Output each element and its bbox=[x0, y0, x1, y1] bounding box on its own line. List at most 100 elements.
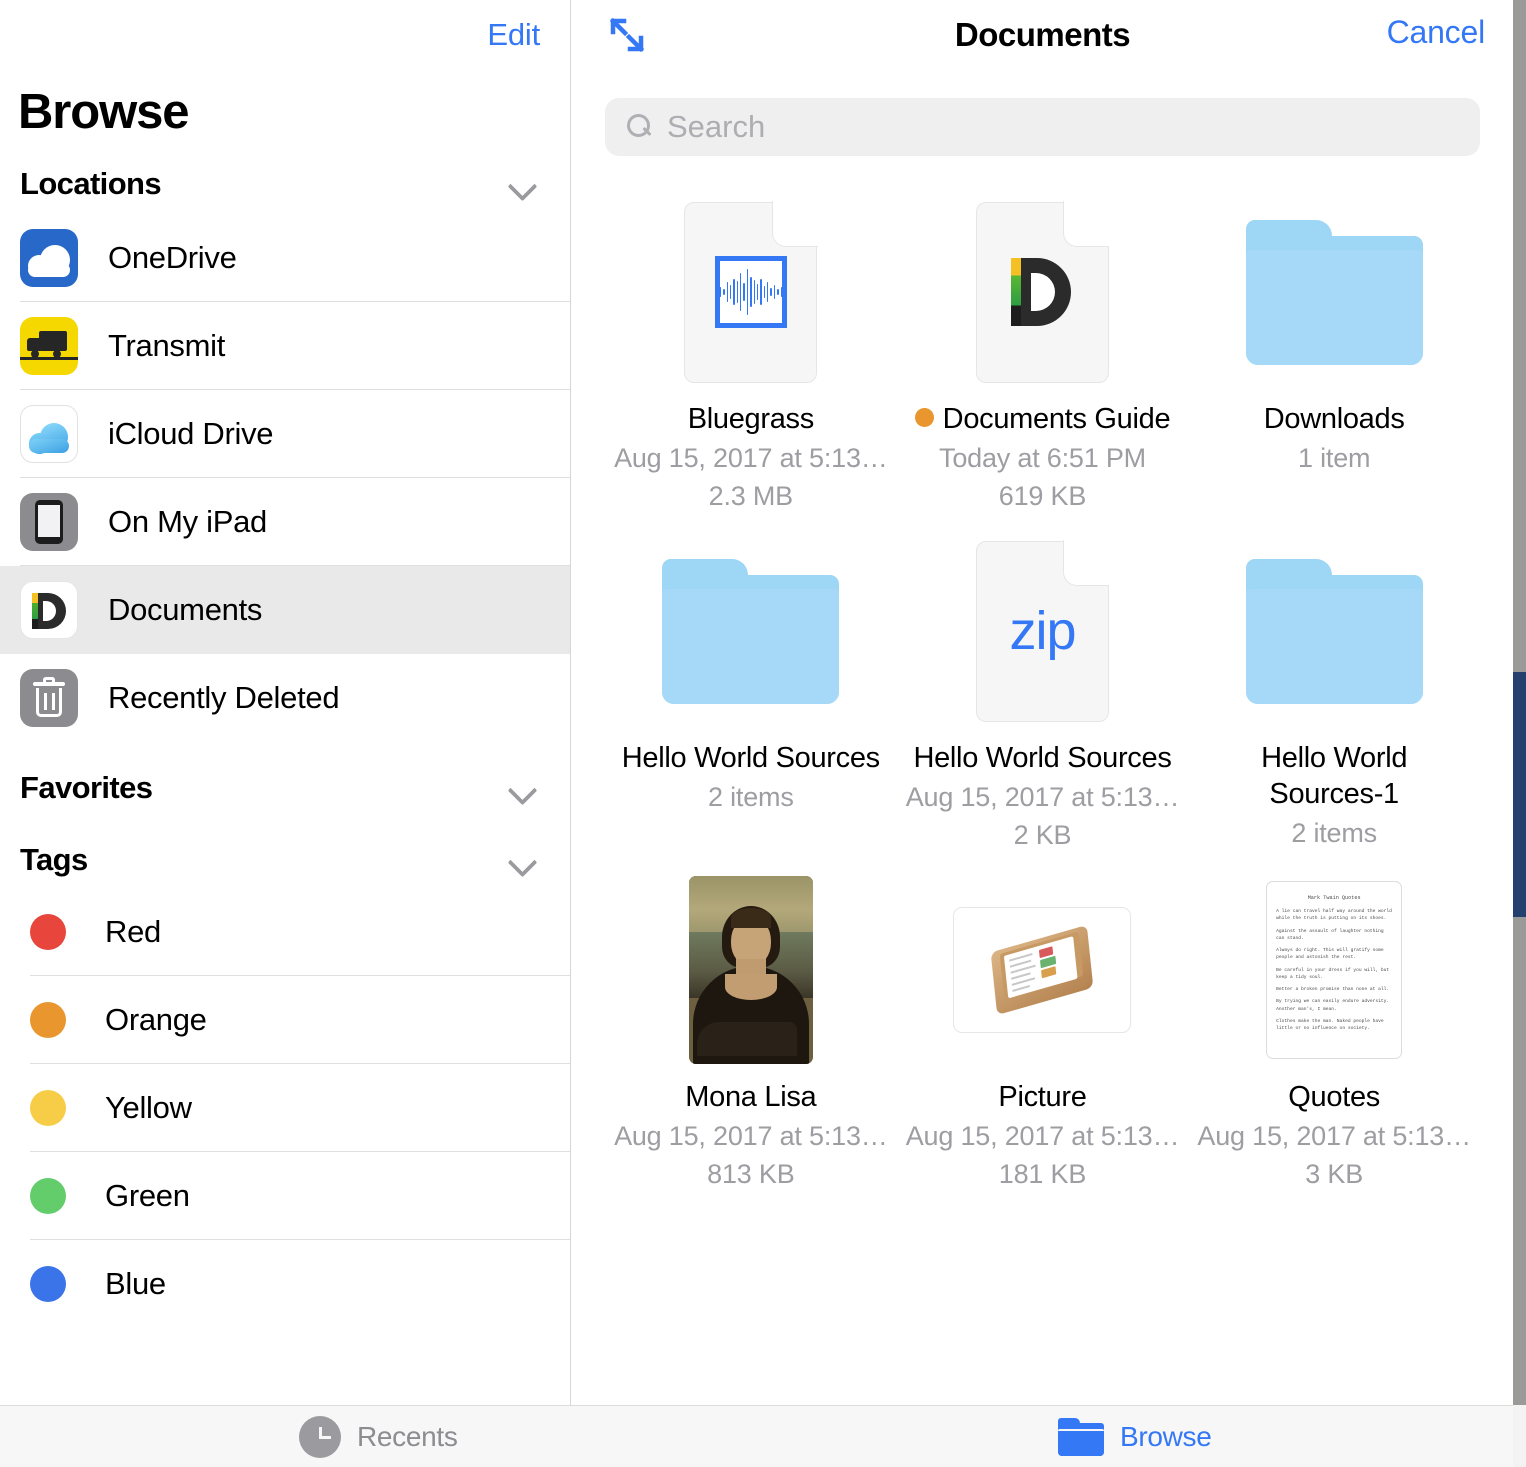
document-picker-modal: Edit Browse Locations OneDrive Transmit … bbox=[0, 0, 1513, 1467]
page-title: Browse bbox=[18, 85, 190, 139]
tags-list: Red Orange Yellow Green Blue bbox=[0, 888, 570, 1328]
file-thumbnail: Mark Twain Quotes A lie can travel half … bbox=[1266, 872, 1403, 1068]
sidebar-item-label: On My iPad bbox=[108, 504, 267, 539]
file-item-hello-world-sources-zip[interactable]: zip Hello World Sources Aug 15, 2017 at … bbox=[897, 533, 1189, 860]
file-size: 813 KB bbox=[707, 1158, 795, 1189]
wooden-tray-thumbnail bbox=[953, 907, 1132, 1034]
section-header-favorites[interactable]: Favorites bbox=[0, 742, 570, 812]
tab-label: Recents bbox=[356, 1420, 458, 1452]
file-thumbnail bbox=[688, 872, 813, 1068]
file-item-mona-lisa[interactable]: Mona Lisa Aug 15, 2017 at 5:13… 813 KB bbox=[605, 872, 897, 1199]
onedrive-icon bbox=[20, 229, 78, 287]
file-item-picture[interactable]: Picture Aug 15, 2017 at 5:13… 181 KB bbox=[897, 872, 1189, 1199]
waveform-glyph bbox=[714, 256, 787, 328]
quotes-preview-paragraph: Against the assault of laughter nothing … bbox=[1276, 928, 1384, 941]
sidebar-item-label: Documents bbox=[108, 592, 263, 627]
edit-button[interactable]: Edit bbox=[487, 17, 540, 53]
zip-document-icon: zip bbox=[975, 540, 1110, 722]
file-thumbnail bbox=[1245, 194, 1423, 390]
zip-label: zip bbox=[1009, 601, 1076, 662]
sidebar-item-icloud-drive[interactable]: iCloud Drive bbox=[0, 390, 570, 478]
sidebar-item-onedrive[interactable]: OneDrive bbox=[0, 214, 570, 302]
quotes-preview-paragraph: By trying we can easily endure adversity… bbox=[1276, 999, 1390, 1012]
tag-label: Orange bbox=[105, 1002, 207, 1037]
file-item-documents-guide[interactable]: Documents Guide Today at 6:51 PM 619 KB bbox=[897, 194, 1189, 521]
tag-label: Blue bbox=[105, 1266, 166, 1301]
search-input[interactable] bbox=[667, 109, 1480, 145]
cancel-button[interactable]: Cancel bbox=[1387, 14, 1486, 51]
content-header: Documents Cancel bbox=[572, 0, 1513, 70]
tab-browse[interactable]: Browse bbox=[757, 1406, 1514, 1467]
folder-icon bbox=[662, 558, 840, 704]
search-bar-wrapper bbox=[572, 70, 1513, 156]
file-thumbnail: zip bbox=[975, 533, 1110, 729]
trash-icon bbox=[20, 669, 78, 727]
section-header-locations[interactable]: Locations bbox=[0, 140, 570, 208]
file-name: Picture bbox=[998, 1081, 1087, 1114]
quotes-preview-paragraph: Be careful in your dress if you will, bu… bbox=[1276, 967, 1390, 980]
file-date: Aug 15, 2017 at 5:13… bbox=[614, 442, 888, 473]
tag-label: Yellow bbox=[105, 1090, 192, 1125]
chevron-down-icon[interactable] bbox=[510, 779, 540, 797]
file-name: Hello World Sources bbox=[621, 742, 880, 775]
file-name: Mona Lisa bbox=[685, 1081, 817, 1114]
sidebar-tag-orange[interactable]: Orange bbox=[0, 976, 570, 1064]
folder-icon bbox=[1057, 1417, 1104, 1456]
sidebar-item-label: Transmit bbox=[108, 328, 226, 363]
chevron-down-icon[interactable] bbox=[510, 851, 540, 869]
sidebar-item-transmit[interactable]: Transmit bbox=[0, 302, 570, 390]
quotes-preview-paragraph: Always do right. This will gratify some … bbox=[1276, 948, 1384, 961]
tag-color-dot bbox=[30, 1002, 66, 1038]
tab-recents[interactable]: Recents bbox=[0, 1406, 757, 1467]
transmit-icon bbox=[20, 317, 78, 375]
sidebar-item-documents[interactable]: Documents bbox=[0, 566, 570, 654]
file-item-hello-world-sources-1[interactable]: Hello World Sources-1 2 items bbox=[1188, 533, 1480, 860]
file-item-count: 2 items bbox=[708, 782, 794, 812]
file-item-quotes[interactable]: Mark Twain Quotes A lie can travel half … bbox=[1188, 872, 1480, 1199]
tray-glyph bbox=[991, 925, 1094, 1016]
file-size: 3 KB bbox=[1305, 1158, 1364, 1189]
sidebar-item-recently-deleted[interactable]: Recently Deleted bbox=[0, 654, 570, 742]
ipad-icon bbox=[20, 493, 78, 551]
file-thumbnail bbox=[662, 533, 840, 729]
sidebar-tag-red[interactable]: Red bbox=[0, 888, 570, 976]
file-grid: Bluegrass Aug 15, 2017 at 5:13… 2.3 MB D… bbox=[572, 156, 1513, 1199]
quotes-preview-paragraph: Better a broken promise than none at all… bbox=[1276, 987, 1390, 993]
tab-label: Browse bbox=[1119, 1420, 1212, 1452]
section-label-locations: Locations bbox=[20, 166, 162, 201]
readdle-d-glyph bbox=[1011, 258, 1073, 326]
file-item-hello-world-sources-folder[interactable]: Hello World Sources 2 items bbox=[605, 533, 897, 860]
folder-icon bbox=[1245, 558, 1423, 704]
expand-arrows-icon[interactable] bbox=[604, 12, 650, 58]
sidebar-tag-green[interactable]: Green bbox=[0, 1152, 570, 1240]
sidebar-tag-yellow[interactable]: Yellow bbox=[0, 1064, 570, 1152]
file-thumbnail bbox=[975, 194, 1110, 390]
file-name: Hello World Sources bbox=[913, 742, 1172, 775]
file-thumbnail bbox=[1245, 533, 1423, 729]
section-header-tags[interactable]: Tags bbox=[0, 812, 570, 884]
sidebar-tag-blue[interactable]: Blue bbox=[0, 1240, 570, 1328]
chevron-down-icon[interactable] bbox=[510, 175, 540, 193]
file-date: Today at 6:51 PM bbox=[939, 442, 1146, 473]
file-item-count: 2 items bbox=[1291, 817, 1377, 848]
background-sliver-bottom bbox=[1513, 1405, 1526, 1467]
file-thumbnail bbox=[953, 872, 1132, 1068]
quotes-preview-title: Mark Twain Quotes bbox=[1307, 895, 1361, 902]
file-thumbnail bbox=[684, 194, 818, 390]
sidebar-item-on-my-ipad[interactable]: On My iPad bbox=[0, 478, 570, 566]
search-box[interactable] bbox=[605, 98, 1480, 156]
search-icon bbox=[627, 114, 653, 140]
tab-bar: Recents Browse bbox=[0, 1405, 1513, 1467]
section-label-favorites: Favorites bbox=[20, 770, 153, 805]
tag-color-dot bbox=[30, 1090, 66, 1126]
files-app-modal: Edit Browse Locations OneDrive Transmit … bbox=[0, 0, 1526, 1467]
tag-color-dot bbox=[30, 914, 66, 950]
file-item-bluegrass[interactable]: Bluegrass Aug 15, 2017 at 5:13… 2.3 MB bbox=[605, 194, 897, 521]
quotes-preview-paragraph: A lie can travel half way around the wor… bbox=[1276, 909, 1392, 922]
icloud-drive-icon bbox=[20, 405, 78, 463]
file-date: Aug 15, 2017 at 5:13… bbox=[905, 1121, 1180, 1152]
file-item-downloads[interactable]: Downloads 1 item bbox=[1188, 194, 1480, 521]
file-date: Aug 15, 2017 at 5:13… bbox=[614, 1121, 888, 1152]
quotes-preview-paragraph: Clothes make the man. Naked people have … bbox=[1276, 1018, 1384, 1032]
folder-icon bbox=[1245, 219, 1423, 365]
